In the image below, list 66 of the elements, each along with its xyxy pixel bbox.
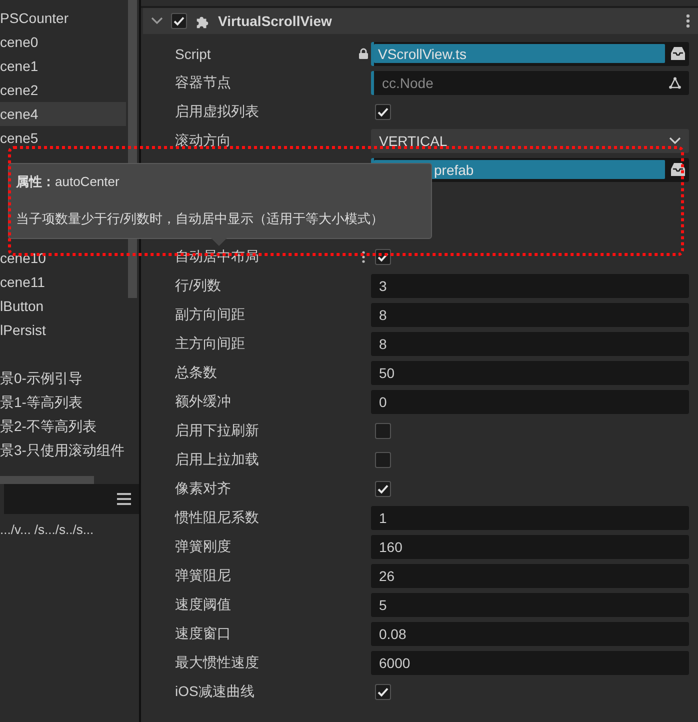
property-label: 弹簧刚度 [174,538,232,556]
checkbox[interactable] [375,452,391,468]
property-label: 速度阈值 [174,596,232,614]
tree-item[interactable]: PSCounter [0,6,126,30]
node-icon[interactable] [669,76,681,88]
chevron-icon [669,136,681,144]
node-field[interactable]: cc.Node [371,70,689,94]
chevron-icon[interactable] [151,17,163,25]
tree-item[interactable]: cene5 [0,126,126,150]
property-label: 额外缓冲 [174,392,232,410]
number-field[interactable]: 0 [371,390,689,414]
property-label: 启用上拉加载 [174,450,260,468]
property-label: 弹簧阻尼 [174,566,232,584]
property-label: 像素对齐 [174,480,232,498]
number-field[interactable]: 1 [371,506,689,530]
property-label: 滚动方向 [174,132,232,150]
dropdown[interactable]: VERTICAL [371,128,689,152]
tree-item[interactable]: 景0-示例引导 [0,366,126,390]
property-label: 启用下拉刷新 [174,422,260,440]
tree-item[interactable]: cene11 [0,270,126,294]
tree-item[interactable]: lPersist [0,318,126,342]
number-field[interactable]: 3 [371,274,689,298]
tooltip-title: 属性：autoCenter [16,173,120,191]
component-title: VirtualScrollView [218,13,333,29]
number-field[interactable]: 6000 [371,650,689,674]
tree-item[interactable]: 景3-只使用滚动组件 [0,438,126,462]
inbox-icon[interactable] [671,47,685,60]
property-label: 速度窗口 [174,624,232,642]
property-label: 最大惯性速度 [174,654,260,672]
tree-item[interactable]: cene0 [0,30,126,54]
checkbox[interactable] [171,12,187,28]
property-label: 总条数 [174,364,218,382]
tree-item[interactable]: 景1-等高列表 [0,390,126,414]
property-label: 行/列数 [174,276,222,294]
number-field[interactable]: 26 [371,564,689,588]
checkbox[interactable] [375,422,391,438]
asset-field[interactable]: VScrollView.ts [371,42,689,66]
tree-item[interactable]: cene2 [0,78,126,102]
number-field[interactable]: 50 [371,360,689,384]
number-field[interactable]: 0.08 [371,622,689,646]
checkbox[interactable] [375,248,391,264]
tooltip-text: 当子项数量少于行/列数时，自动居中显示（适用于等大小模式） [16,210,385,228]
property-label: Script [174,46,212,62]
property-label: 副方向间距 [174,306,246,324]
property-label: 主方向间距 [174,334,246,352]
tree-item[interactable]: 景2-不等高列表 [0,414,126,438]
more-icon[interactable] [686,14,690,28]
property-label: 容器节点 [174,74,232,92]
breadcrumb-path[interactable]: .../v... /s.../s../s... [0,514,139,537]
menu-icon[interactable] [117,493,131,505]
checkbox[interactable] [375,480,391,496]
tree-item[interactable]: cene4 [0,102,126,126]
checkbox[interactable] [375,684,391,700]
inbox-icon[interactable] [671,163,685,176]
number-field[interactable]: 5 [371,592,689,616]
tree-item[interactable]: lButton [0,294,126,318]
more-icon[interactable] [362,250,364,262]
tree-item[interactable]: cene1 [0,54,126,78]
number-field[interactable]: 8 [371,332,689,356]
checkbox[interactable] [375,104,391,120]
property-label: 惯性阻尼系数 [174,508,260,526]
property-label: iOS减速曲线 [174,682,256,700]
property-label: 启用虚拟列表 [174,102,260,120]
number-field[interactable]: 8 [371,302,689,326]
number-field[interactable]: 160 [371,534,689,558]
scrollbar[interactable] [0,476,94,484]
